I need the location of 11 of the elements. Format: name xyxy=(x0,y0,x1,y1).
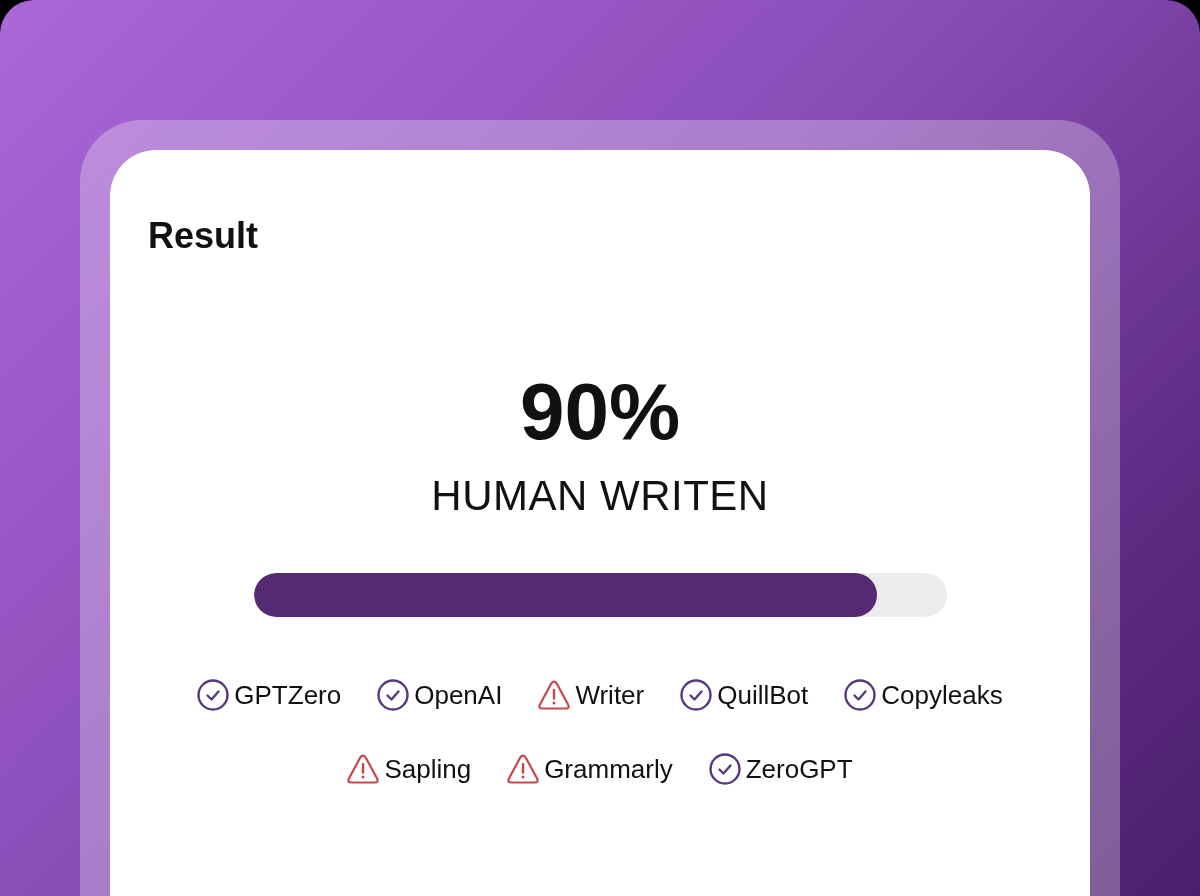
detector-name: ZeroGPT xyxy=(745,755,853,782)
result-heading: Result xyxy=(148,214,260,258)
detector-name: Grammarly xyxy=(544,755,673,782)
detector-name: OpenAI xyxy=(414,681,503,708)
score-value: 90% xyxy=(518,372,682,453)
detector-name: Sapling xyxy=(384,755,472,782)
detector-name: GPTZero xyxy=(234,681,342,708)
score-label: HUMAN WRITEN xyxy=(430,471,770,522)
detector-name: Writer xyxy=(575,681,645,708)
detector-name: QuillBot xyxy=(717,681,809,708)
detector-name: Copyleaks xyxy=(881,681,1003,708)
